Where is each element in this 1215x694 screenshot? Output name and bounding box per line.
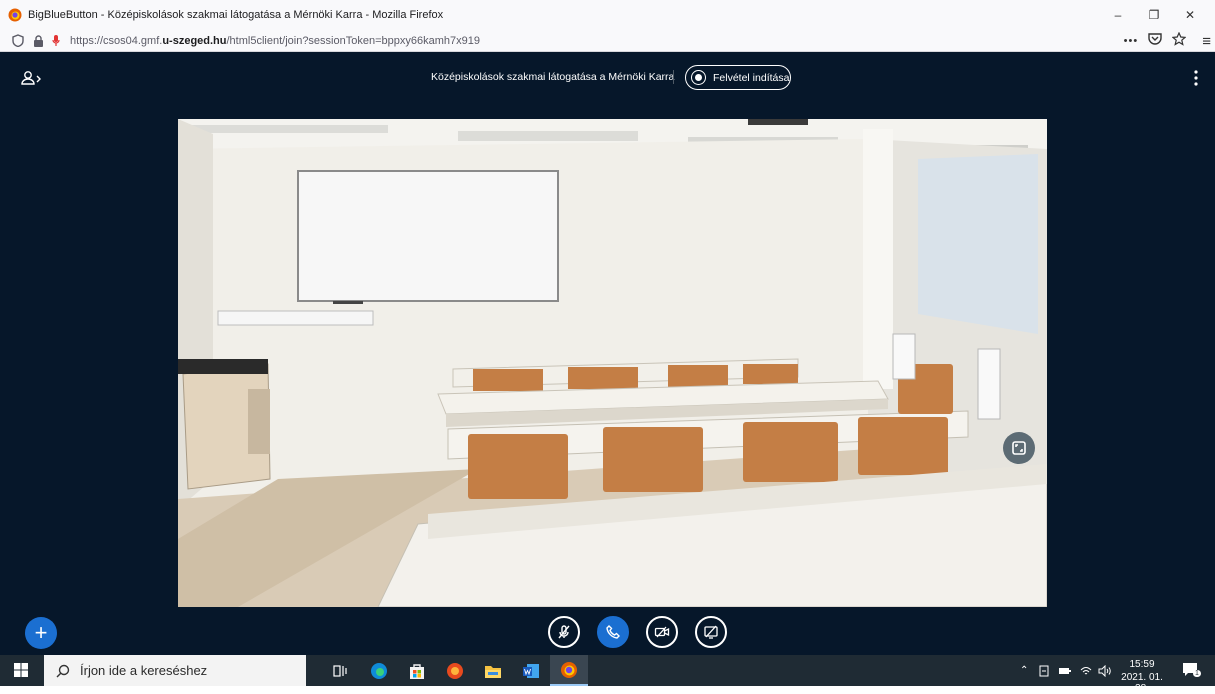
windows-start-icon[interactable] (14, 663, 28, 677)
notification-count: 1 (1193, 670, 1201, 677)
fullscreen-icon (1012, 441, 1026, 455)
system-clock[interactable]: 15:59 2021. 01. 28. (1117, 659, 1167, 694)
firefox-logo-icon (8, 8, 22, 22)
taskbar-search-box[interactable]: Írjon ide a kereséshez (44, 655, 306, 686)
maximize-icon: ❐ (1148, 8, 1160, 22)
webcam-video[interactable] (178, 119, 1047, 607)
taskbar-edge[interactable] (360, 655, 398, 686)
actions-plus-button[interactable]: + (25, 617, 57, 649)
title-separator (673, 70, 674, 84)
clock-time: 15:59 (1129, 659, 1155, 670)
camera-off-icon (654, 626, 670, 638)
taskbar-store[interactable] (398, 655, 436, 686)
wifi-icon[interactable] (1080, 665, 1092, 677)
bookmark-star-icon[interactable] (1171, 31, 1187, 51)
clock-date: 2021. 01. 28. (1121, 672, 1163, 694)
meeting-top-bar: Középiskolások szakmai látogatása a Mérn… (0, 52, 1215, 100)
system-tray: ⌃ (1020, 655, 1112, 686)
search-icon (56, 664, 70, 677)
screen-share-off-icon (704, 625, 718, 639)
classroom-video-frame (178, 119, 1047, 607)
microphone-muted-icon (558, 625, 570, 639)
battery-icon[interactable] (1058, 666, 1072, 676)
taskbar-file-explorer[interactable] (474, 655, 512, 686)
fullscreen-button[interactable] (1003, 432, 1035, 464)
page-actions-icon[interactable]: ••• (1124, 35, 1139, 47)
close-icon: ✕ (1184, 8, 1196, 22)
address-bar: https://csos04.gmf.u-szeged.hu/html5clie… (0, 30, 1215, 52)
media-app-icon (447, 662, 463, 679)
url-field[interactable]: https://csos04.gmf.u-szeged.hu/html5clie… (70, 35, 480, 47)
share-screen-button[interactable] (695, 616, 727, 648)
pocket-icon[interactable] (1148, 32, 1162, 50)
leave-audio-button[interactable] (597, 616, 629, 648)
task-view-button[interactable] (322, 655, 360, 686)
task-view-icon (333, 664, 347, 677)
url-path: /html5client/join?sessionToken=bppxy66ka… (226, 34, 480, 47)
tray-overflow-icon[interactable]: ⌃ (1020, 665, 1028, 676)
minimize-button[interactable]: – (1100, 0, 1136, 30)
address-bar-actions: ••• ≡ (1124, 30, 1211, 52)
browser-menu-icon[interactable]: ≡ (1202, 33, 1211, 50)
search-placeholder: Írjon ide a kereséshez (80, 663, 208, 678)
action-center-button[interactable]: 1 (1182, 662, 1202, 680)
microphone-permission-icon[interactable] (48, 33, 64, 49)
taskbar-word[interactable] (512, 655, 550, 686)
lock-icon[interactable] (30, 33, 46, 49)
browser-title-bar: BigBlueButton - Középiskolások szakmai l… (0, 0, 1215, 30)
edge-icon (371, 662, 387, 679)
tracking-protection-icon[interactable] (10, 33, 26, 49)
maximize-button[interactable]: ❐ (1136, 0, 1172, 30)
phone-icon (606, 625, 620, 639)
url-prefix: https://csos04.gmf. (70, 34, 163, 47)
record-icon (691, 70, 706, 85)
firefox-icon (561, 661, 577, 678)
close-window-button[interactable]: ✕ (1172, 0, 1208, 30)
taskbar-media-app[interactable] (436, 655, 474, 686)
more-options-icon[interactable] (1190, 69, 1202, 87)
mute-microphone-button[interactable] (548, 616, 580, 648)
plus-icon: + (34, 620, 48, 645)
url-host: u-szeged.hu (162, 34, 227, 47)
network-icon[interactable] (1038, 665, 1050, 677)
window-title: BigBlueButton - Középiskolások szakmai l… (28, 9, 444, 21)
bbb-app: Középiskolások szakmai látogatása a Mérn… (0, 52, 1215, 655)
record-button-label: Felvétel indítása (713, 71, 790, 84)
taskbar-firefox[interactable] (550, 655, 588, 686)
start-recording-button[interactable]: Felvétel indítása (685, 65, 791, 90)
word-icon (523, 663, 539, 678)
folder-icon (485, 665, 501, 678)
volume-icon[interactable] (1098, 664, 1112, 677)
meeting-title: Középiskolások szakmai látogatása a Mérn… (431, 71, 675, 83)
share-webcam-button[interactable] (646, 616, 678, 648)
minimize-icon: – (1114, 8, 1122, 22)
store-icon (410, 663, 424, 679)
windows-taskbar: Írjon ide a kereséshez ⌃ 15:59 2021. 01.… (0, 655, 1215, 694)
user-list-toggle-icon[interactable] (20, 70, 44, 86)
